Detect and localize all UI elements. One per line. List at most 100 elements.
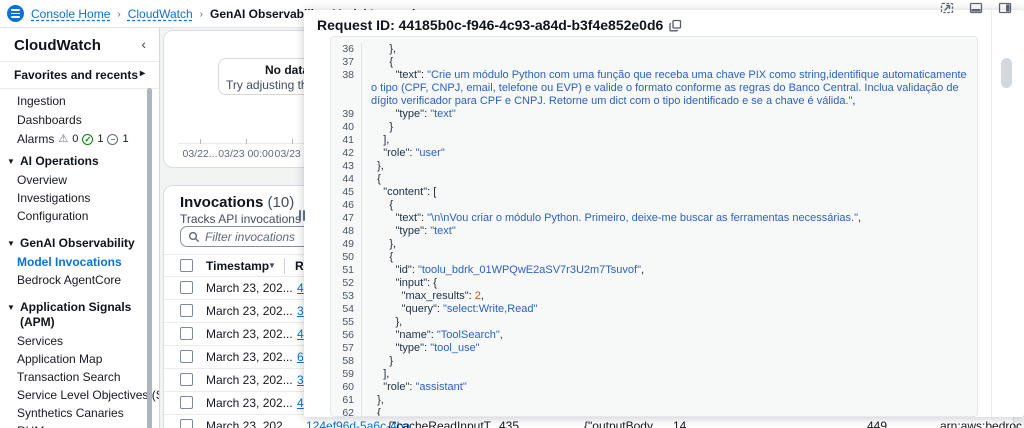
row-checkbox[interactable] bbox=[180, 419, 193, 428]
sidebar-section-header[interactable]: ▼ AI Operations bbox=[0, 151, 159, 171]
x-tick-mark bbox=[200, 139, 201, 144]
sidebar-item-services[interactable]: Services bbox=[0, 332, 159, 350]
sidebar-item-bedrock-agentcore[interactable]: Bedrock AgentCore bbox=[0, 271, 159, 289]
panel-right-layout-icon[interactable] bbox=[998, 2, 1012, 14]
row-checkbox[interactable] bbox=[180, 373, 193, 386]
sidebar-scrollbar[interactable] bbox=[147, 88, 152, 428]
code-content: ], bbox=[371, 134, 390, 146]
timestamp-cell: March 23, 202... bbox=[206, 350, 293, 364]
hamburger-menu-icon[interactable] bbox=[7, 5, 24, 22]
code-content: { bbox=[371, 173, 381, 185]
panel-scrollbar-track bbox=[991, 10, 992, 417]
column-header-next[interactable]: R bbox=[295, 259, 304, 273]
row-checkbox[interactable] bbox=[180, 304, 193, 317]
x-tick-mark bbox=[292, 139, 293, 144]
sidebar-navigation: CloudWatch ‹ Favorites and recents ▸ Ing… bbox=[0, 28, 160, 428]
timestamp-cell: March 23, 202... bbox=[206, 327, 293, 341]
request-detail-panel: Request ID: 44185b0c-f946-4c93-a84d-b3f4… bbox=[299, 10, 1024, 417]
line-number: 57 bbox=[331, 342, 362, 355]
code-line: 47 "text": "\n\nVou criar o módulo Pytho… bbox=[331, 212, 977, 225]
code-content: { bbox=[371, 407, 381, 417]
alarms-warning-count: 0 bbox=[72, 133, 79, 145]
code-content: }, bbox=[371, 316, 403, 328]
timestamp-cell: March 23, 202 bbox=[206, 419, 283, 428]
sidebar-collapse-icon[interactable]: ‹ bbox=[141, 36, 146, 52]
sort-descending-icon[interactable]: ▼ bbox=[268, 261, 276, 270]
sidebar-item-configuration[interactable]: Configuration bbox=[0, 207, 159, 225]
timestamp-cell: March 23, 202... bbox=[206, 304, 293, 318]
code-content: }, bbox=[371, 160, 384, 172]
sidebar-item-service-level-objectives-slo-[interactable]: Service Level Objectives (SLO) bbox=[0, 386, 159, 404]
code-line: 53 "max_results": 2, bbox=[331, 290, 977, 303]
timestamp-cell: March 23, 202... bbox=[206, 281, 293, 295]
code-line: 52 "input": { bbox=[331, 277, 977, 290]
request-id-link[interactable]: 3 bbox=[297, 304, 304, 318]
select-all-checkbox[interactable] bbox=[180, 259, 193, 272]
timestamp-cell: March 23, 202... bbox=[206, 396, 293, 410]
row-checkbox[interactable] bbox=[180, 281, 193, 294]
sidebar-section-header[interactable]: ▼ Application Signals (APM) bbox=[0, 297, 159, 332]
code-line: 62 { bbox=[331, 407, 977, 417]
request-id-link[interactable]: 4 bbox=[297, 327, 304, 341]
line-number: 54 bbox=[331, 303, 362, 316]
code-content: { bbox=[371, 199, 394, 211]
code-line: 56 "name": "ToolSearch", bbox=[331, 329, 977, 342]
code-content: "content": [ bbox=[371, 186, 437, 198]
sidebar-item-ingestion[interactable]: Ingestion bbox=[0, 92, 159, 111]
sidebar-item-alarms[interactable]: Alarms ⚠ 0 ✓ 1 − 1 bbox=[0, 130, 159, 149]
sidebar-section-header[interactable]: ▼ GenAI Observability bbox=[0, 233, 159, 253]
sidebar-item-application-map[interactable]: Application Map bbox=[0, 350, 159, 368]
sidebar-item-favorites[interactable]: Favorites and recents ▸ bbox=[0, 62, 159, 88]
panel-bottom-layout-icon[interactable] bbox=[969, 2, 983, 14]
code-content: }, bbox=[371, 43, 397, 55]
sidebar-item-overview[interactable]: Overview bbox=[0, 171, 159, 189]
copy-icon[interactable] bbox=[669, 19, 682, 32]
request-id-link[interactable]: 4 bbox=[297, 396, 304, 410]
line-number: 38 bbox=[331, 69, 362, 108]
row-checkbox[interactable] bbox=[180, 327, 193, 340]
code-content: "role": "assistant" bbox=[371, 381, 467, 393]
code-line: 36 }, bbox=[331, 43, 977, 56]
code-line: 55 }, bbox=[331, 316, 977, 329]
line-number: 40 bbox=[331, 121, 362, 134]
code-content: "name": "ToolSearch", bbox=[371, 329, 503, 341]
panel-scrollbar-thumb[interactable] bbox=[1001, 58, 1012, 88]
column-divider[interactable] bbox=[284, 258, 285, 274]
alarms-insufficient-count: 1 bbox=[122, 133, 129, 145]
table-cell: {"cacheReadInputT bbox=[388, 419, 491, 428]
row-checkbox[interactable] bbox=[180, 350, 193, 363]
breadcrumb-console-home[interactable]: Console Home bbox=[31, 7, 110, 21]
column-header-timestamp[interactable]: Timestamp bbox=[206, 259, 269, 273]
sidebar-item-rum[interactable]: RUM bbox=[0, 422, 159, 428]
sidebar-item-transaction-search[interactable]: Transaction Search bbox=[0, 368, 159, 386]
breadcrumb-cloudwatch[interactable]: CloudWatch bbox=[128, 7, 193, 21]
resize-panel-icon[interactable] bbox=[940, 2, 954, 14]
row-checkbox[interactable] bbox=[180, 396, 193, 409]
warning-triangle-icon: ⚠ bbox=[58, 133, 69, 145]
timestamp-cell: March 23, 202... bbox=[206, 373, 293, 387]
table-cell: 14 bbox=[673, 419, 687, 428]
x-tick-mark bbox=[246, 139, 247, 144]
code-line: 59 ], bbox=[331, 368, 977, 381]
code-content: "input": { bbox=[371, 277, 437, 289]
line-number: 55 bbox=[331, 316, 362, 329]
code-line: 40 } bbox=[331, 121, 977, 134]
sidebar-item-investigations[interactable]: Investigations bbox=[0, 189, 159, 207]
code-line: 43 }, bbox=[331, 160, 977, 173]
chevron-down-icon: ▼ bbox=[7, 239, 15, 248]
sidebar-item-model-invocations[interactable]: Model Invocations bbox=[0, 253, 159, 271]
code-line: 44 { bbox=[331, 173, 977, 186]
line-number: 60 bbox=[331, 381, 362, 394]
request-id-link[interactable]: 4 bbox=[297, 281, 304, 295]
code-content: "text": "Crie um módulo Python com uma f… bbox=[371, 69, 970, 107]
code-content: } bbox=[371, 355, 394, 367]
request-id-title: Request ID: 44185b0c-f946-4c93-a84d-b3f4… bbox=[317, 17, 664, 33]
json-code-viewer[interactable]: 36 }, 37 {38 "text": "Crie um módulo Pyth… bbox=[330, 36, 978, 417]
line-number: 48 bbox=[331, 225, 362, 238]
sidebar-item-synthetics-canaries[interactable]: Synthetics Canaries bbox=[0, 404, 159, 422]
request-id-link[interactable]: 6 bbox=[297, 350, 304, 364]
alarms-ok-count: 1 bbox=[97, 133, 104, 145]
request-id-link[interactable]: 3 bbox=[297, 373, 304, 387]
split-panel-resize-handle[interactable] bbox=[299, 210, 305, 221]
sidebar-item-dashboards[interactable]: Dashboards bbox=[0, 111, 159, 130]
